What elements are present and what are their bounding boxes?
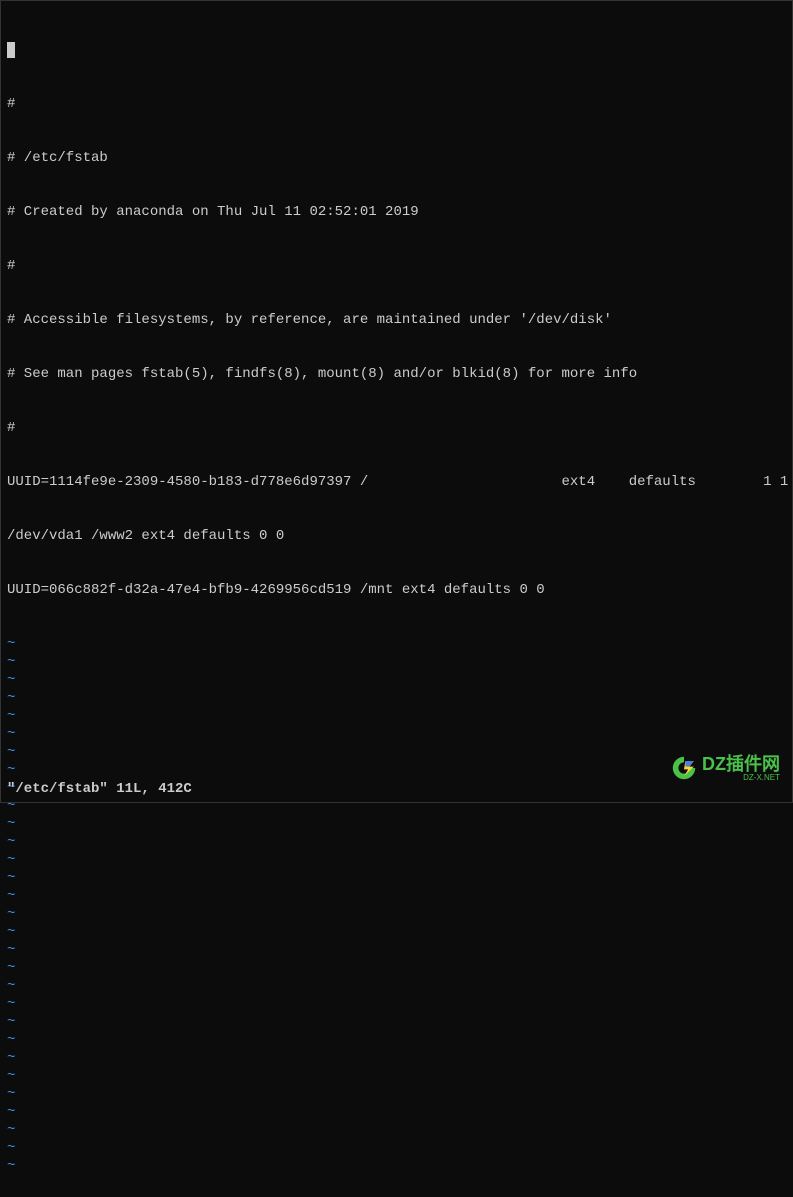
empty-line-tilde: ~ [7,635,786,653]
empty-line-tilde: ~ [7,689,786,707]
empty-line-tilde: ~ [7,1121,786,1139]
empty-line-tilde: ~ [7,923,786,941]
empty-line-tilde: ~ [7,869,786,887]
vim-status-bar: "/etc/fstab" 11L, 412C [7,780,192,798]
empty-line-tilde: ~ [7,887,786,905]
editor-line: # See man pages fstab(5), findfs(8), mou… [7,365,786,383]
empty-line-tilde: ~ [7,905,786,923]
empty-line-tilde: ~ [7,797,786,815]
editor-line: # Created by anaconda on Thu Jul 11 02:5… [7,203,786,221]
empty-line-tilde: ~ [7,833,786,851]
editor-line: # [7,419,786,437]
watermark-text: DZ插件网 DZ-X.NET [702,755,780,782]
empty-line-tilde: ~ [7,1103,786,1121]
empty-line-tilde: ~ [7,653,786,671]
empty-line-tilde: ~ [7,941,786,959]
editor-line: # /etc/fstab [7,149,786,167]
empty-line-tilde: ~ [7,815,786,833]
terminal-editor-area[interactable]: # # /etc/fstab # Created by anaconda on … [1,1,792,1197]
watermark-main-text: DZ插件网 [702,755,780,773]
empty-line-tilde: ~ [7,1067,786,1085]
dz-logo-icon [670,754,698,782]
empty-line-tilde: ~ [7,1157,786,1175]
editor-line: # Accessible filesystems, by reference, … [7,311,786,329]
empty-line-tilde: ~ [7,959,786,977]
empty-line-tilde: ~ [7,671,786,689]
empty-line-tilde: ~ [7,851,786,869]
editor-line: UUID=1114fe9e-2309-4580-b183-d778e6d9739… [7,473,786,491]
empty-line-tilde: ~ [7,977,786,995]
empty-line-tilde: ~ [7,1013,786,1031]
empty-line-tilde: ~ [7,1085,786,1103]
editor-line [7,41,786,59]
empty-line-tilde: ~ [7,1049,786,1067]
editor-line: UUID=066c882f-d32a-47e4-bfb9-4269956cd51… [7,581,786,599]
empty-line-tilde: ~ [7,995,786,1013]
empty-line-tilde: ~ [7,1139,786,1157]
cursor-block [7,42,15,58]
editor-line: # [7,257,786,275]
empty-lines-area: ~~~~~~~~~~~~~~~~~~~~~~~~~~~~~~ [7,635,786,1175]
empty-line-tilde: ~ [7,725,786,743]
watermark-sub-text: DZ-X.NET [702,774,780,782]
editor-line: /dev/vda1 /www2 ext4 defaults 0 0 [7,527,786,545]
empty-line-tilde: ~ [7,707,786,725]
editor-line: # [7,95,786,113]
empty-line-tilde: ~ [7,1031,786,1049]
watermark-logo: DZ插件网 DZ-X.NET [670,754,780,782]
